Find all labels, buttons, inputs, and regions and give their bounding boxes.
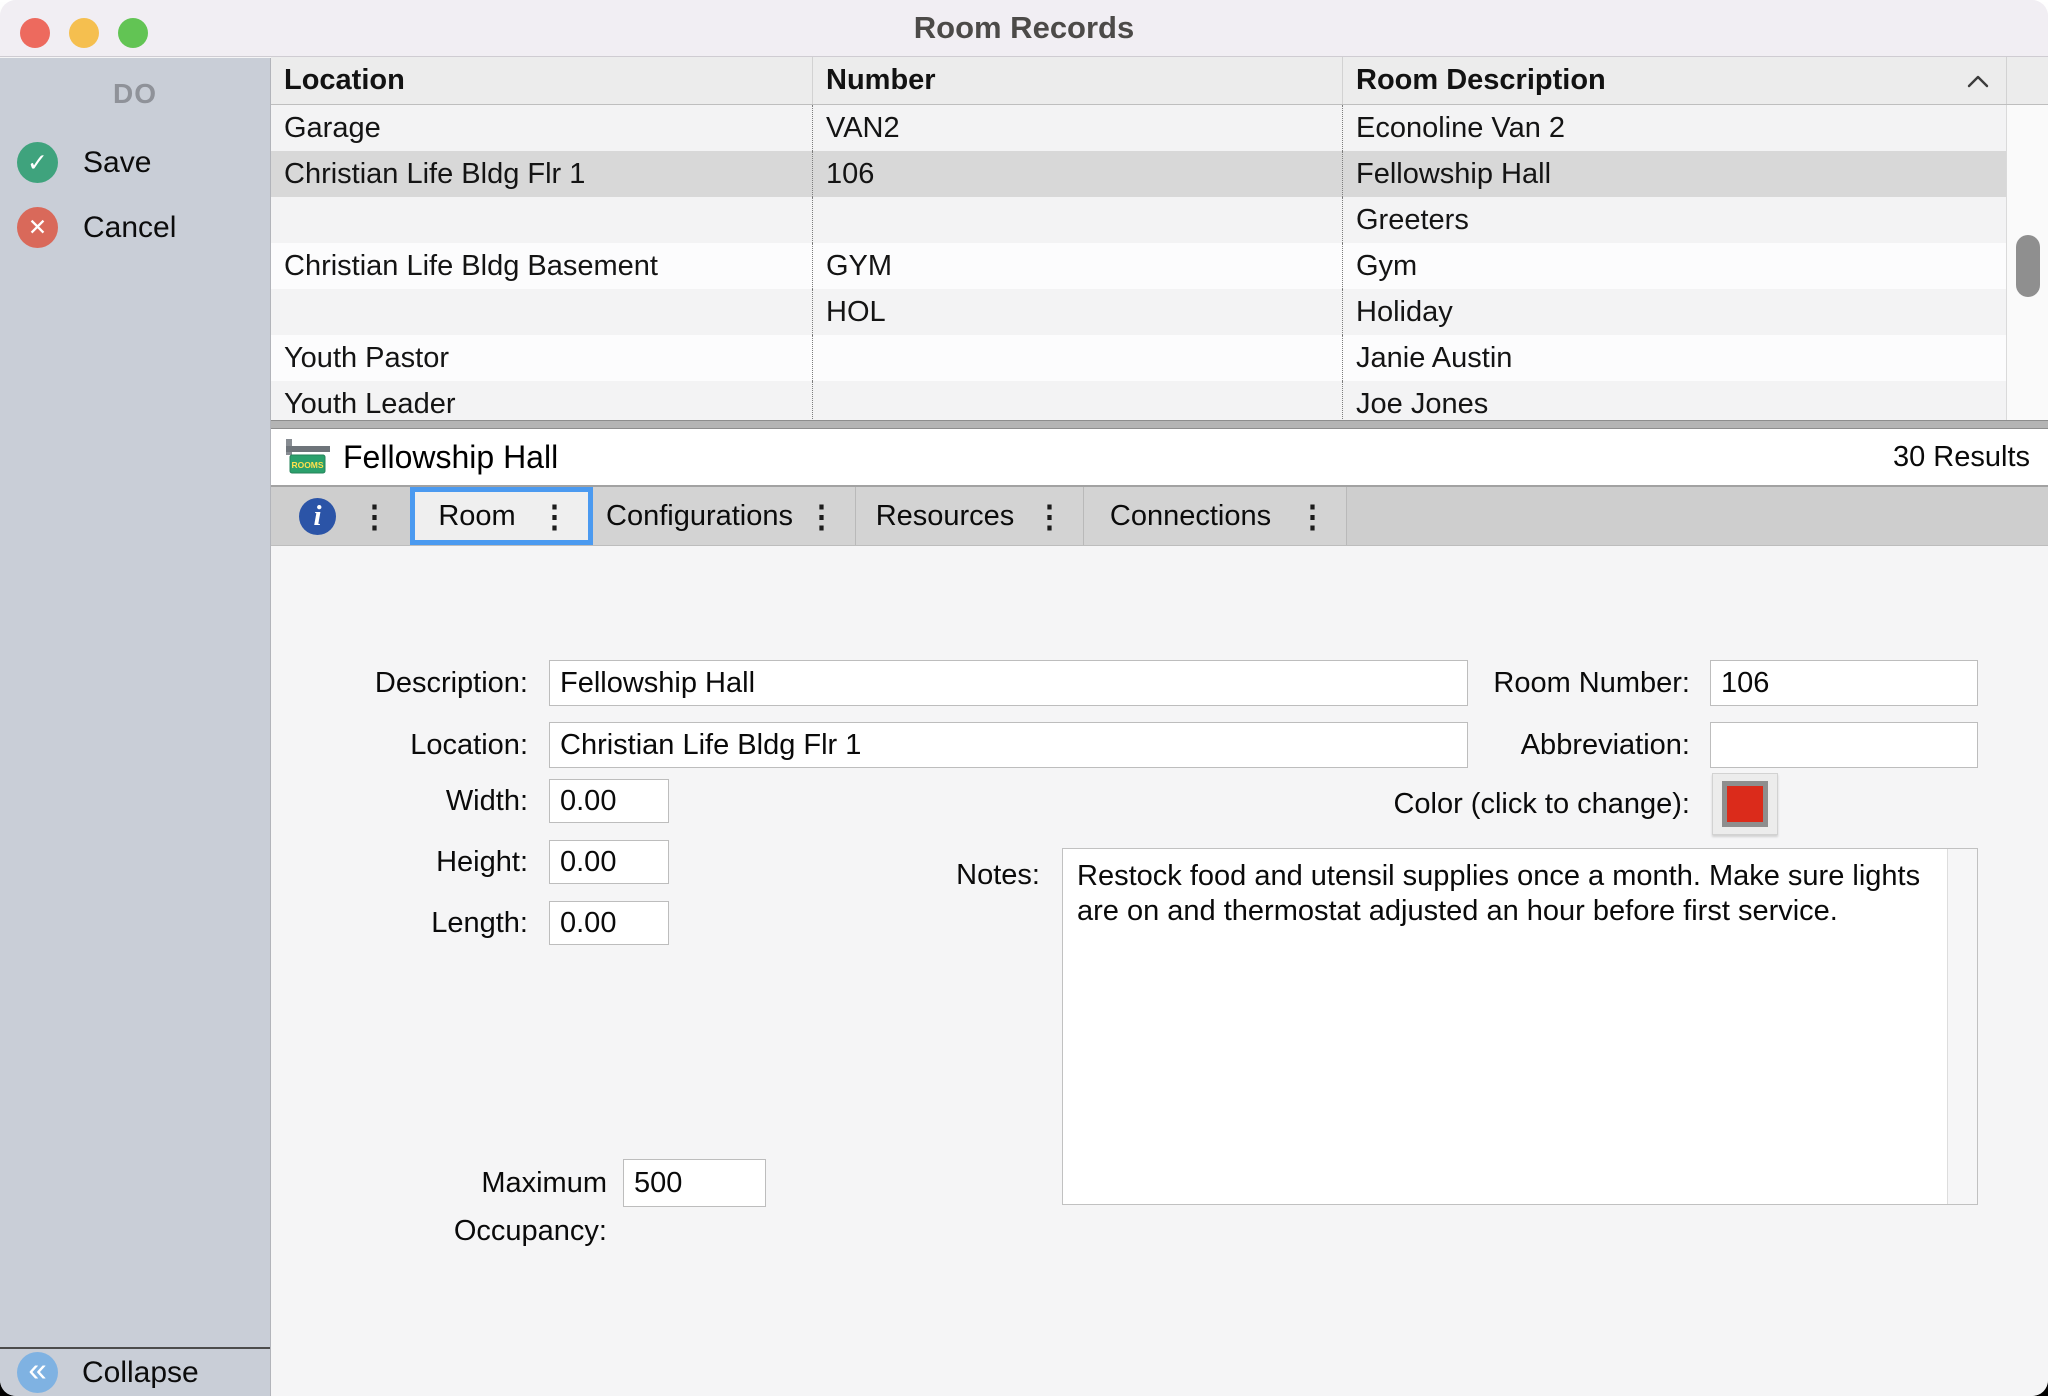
tab-room[interactable]: Room ⋮ [410, 487, 593, 545]
kebab-menu-icon[interactable]: ⋮ [806, 501, 855, 532]
sidebar: DO ✓ Save ✕ Cancel « Collapse [0, 58, 271, 1396]
scrollbar-header-spacer [2006, 57, 2048, 104]
table-row[interactable]: Youth Pastor Janie Austin [271, 335, 2006, 381]
x-icon: ✕ [17, 207, 58, 248]
table-body: Garage VAN2 Econoline Van 2 Christian Li… [271, 105, 2006, 420]
room-number-label: Room Number: [1450, 660, 1690, 706]
vertical-scrollbar[interactable] [2006, 105, 2048, 420]
description-field[interactable] [549, 660, 1468, 706]
tab-resources[interactable]: Resources ⋮ [856, 487, 1084, 545]
room-list-table: Location Number Room Description Garage … [271, 57, 2048, 429]
column-header-room-description[interactable]: Room Description [1342, 57, 2006, 104]
table-row-selected[interactable]: Christian Life Bldg Flr 1 106 Fellowship… [271, 151, 2006, 197]
save-label: Save [83, 146, 151, 180]
tab-configurations[interactable]: Configurations ⋮ [593, 487, 856, 545]
info-group: i ⋮ [271, 487, 410, 545]
color-label: Color (click to change): [1280, 773, 1690, 835]
room-records-window: Room Records DO ✓ Save ✕ Cancel « Collap… [0, 0, 2048, 1396]
sidebar-header: DO [0, 78, 270, 110]
record-header: ROOMS Fellowship Hall 30 Results [271, 429, 2048, 487]
cancel-button[interactable]: ✕ Cancel [17, 207, 176, 248]
height-label: Height: [350, 840, 528, 884]
kebab-menu-icon[interactable]: ⋮ [1297, 501, 1346, 532]
kebab-menu-icon[interactable]: ⋮ [1034, 501, 1083, 532]
table-row[interactable]: Greeters [271, 197, 2006, 243]
sort-ascending-icon [1966, 73, 1990, 89]
save-button[interactable]: ✓ Save [17, 142, 151, 183]
rooms-sign-icon: ROOMS [285, 438, 331, 476]
column-header-location[interactable]: Location [271, 57, 812, 104]
length-label: Length: [350, 901, 528, 945]
titlebar: Room Records [0, 0, 2048, 57]
tabbar: i ⋮ Room ⋮ Configurations ⋮ Resources ⋮ … [271, 487, 2048, 546]
kebab-menu-icon[interactable]: ⋮ [539, 501, 588, 532]
scrollbar-thumb[interactable] [2016, 235, 2040, 297]
color-picker-button[interactable] [1712, 773, 1778, 835]
close-button[interactable] [20, 18, 50, 48]
record-title: Fellowship Hall [343, 439, 558, 476]
abbreviation-field[interactable] [1710, 722, 1978, 768]
double-chevron-left-icon: « [17, 1352, 58, 1393]
table-row[interactable]: Youth Leader Joe Jones [271, 381, 2006, 420]
color-swatch [1722, 781, 1768, 827]
notes-text: Restock food and utensil supplies once a… [1063, 849, 1947, 1204]
cancel-label: Cancel [83, 211, 176, 245]
table-row[interactable]: Garage VAN2 Econoline Van 2 [271, 105, 2006, 151]
table-header-row: Location Number Room Description [271, 57, 2048, 105]
rooms-sign-text: ROOMS [291, 460, 323, 470]
window-title: Room Records [914, 10, 1134, 46]
maximum-occupancy-field[interactable] [623, 1159, 766, 1207]
room-number-field[interactable] [1710, 660, 1978, 706]
width-label: Width: [350, 779, 528, 823]
zoom-button[interactable] [118, 18, 148, 48]
notes-label: Notes: [930, 855, 1040, 895]
tab-connections[interactable]: Connections ⋮ [1084, 487, 1347, 545]
horizontal-scrollbar[interactable] [271, 420, 2048, 429]
table-row[interactable]: HOL Holiday [271, 289, 2006, 335]
length-field[interactable] [549, 901, 669, 945]
info-icon[interactable]: i [299, 498, 336, 535]
description-label: Description: [290, 660, 528, 706]
location-label: Location: [290, 722, 528, 768]
check-icon: ✓ [17, 142, 58, 183]
results-count: 30 Results [1893, 441, 2030, 474]
height-field[interactable] [549, 840, 669, 884]
collapse-label: Collapse [82, 1356, 199, 1390]
tabbar-spacer [1347, 487, 2048, 545]
collapse-button[interactable]: « Collapse [0, 1347, 270, 1396]
location-field[interactable] [549, 722, 1468, 768]
kebab-menu-icon[interactable]: ⋮ [359, 501, 390, 532]
width-field[interactable] [549, 779, 669, 823]
traffic-lights [20, 18, 148, 48]
column-header-number[interactable]: Number [812, 57, 1342, 104]
notes-field[interactable]: Restock food and utensil supplies once a… [1062, 848, 1978, 1205]
minimize-button[interactable] [69, 18, 99, 48]
notes-scrollbar[interactable] [1947, 849, 1977, 1204]
table-row[interactable]: Christian Life Bldg Basement GYM Gym [271, 243, 2006, 289]
maximum-occupancy-label: Maximum Occupancy: [330, 1159, 607, 1255]
abbreviation-label: Abbreviation: [1430, 722, 1690, 768]
